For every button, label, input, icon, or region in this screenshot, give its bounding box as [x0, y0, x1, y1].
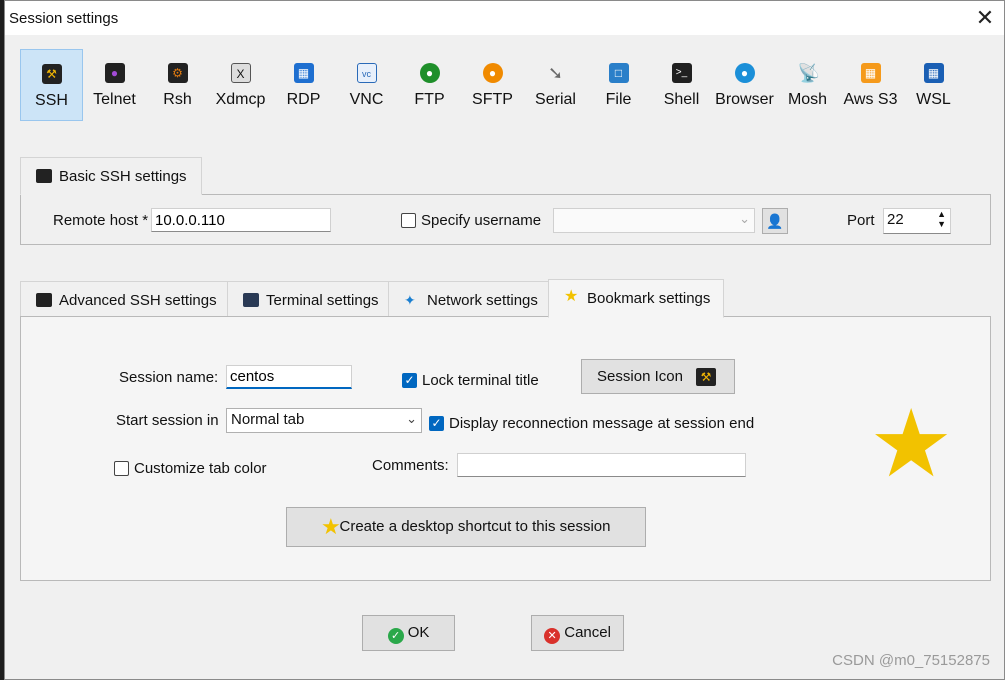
protocol-aws-s3[interactable]: ▦ Aws S3	[839, 49, 902, 121]
file-icon: □	[608, 63, 629, 83]
tab-network-settings[interactable]: ✦ Network settings	[388, 281, 549, 317]
shell-icon: >_	[671, 63, 692, 83]
session-name-input[interactable]	[226, 365, 352, 389]
protocol-sftp[interactable]: ● SFTP	[461, 49, 524, 121]
remote-host-label: Remote host *	[53, 212, 149, 229]
user-icon: 👤	[766, 213, 784, 229]
ftp-icon: ●	[419, 63, 440, 83]
rdp-icon: ▦	[293, 63, 314, 83]
network-icon: ✦	[404, 292, 416, 308]
protocol-rsh[interactable]: ⚙ Rsh	[146, 49, 209, 121]
session-icon-button[interactable]: Session Icon ⚒	[581, 359, 735, 394]
wrench-icon	[36, 293, 52, 307]
tab-terminal-settings[interactable]: Terminal settings	[227, 281, 389, 317]
rsh-icon: ⚙	[167, 63, 188, 83]
start-session-in-label: Start session in	[116, 412, 219, 429]
ok-button[interactable]: ✓ OK	[362, 615, 455, 651]
customize-tab-color-label: Customize tab color	[134, 460, 267, 477]
protocol-rdp[interactable]: ▦ RDP	[272, 49, 335, 121]
tab-advanced-ssh-settings[interactable]: Advanced SSH settings	[20, 281, 228, 317]
bookmark-settings-panel: Session name: ✓ Lock terminal title Sess…	[20, 316, 991, 581]
start-session-in-select[interactable]: Normal tab ⌄	[226, 408, 422, 433]
display-reconnection-label: Display reconnection message at session …	[449, 415, 755, 432]
star-icon: ★	[564, 288, 579, 305]
cancel-button[interactable]: ✕ Cancel	[531, 615, 624, 651]
wrench-icon: ⚒	[696, 368, 716, 386]
protocol-telnet[interactable]: ● Telnet	[83, 49, 146, 121]
stepper-arrows-icon[interactable]: ▲ ▼	[937, 209, 946, 229]
session-settings-dialog: Session settings ✕ ⚒ SSH ● Telnet ⚙ Rsh …	[4, 0, 1005, 680]
wsl-icon: ▦	[923, 63, 944, 83]
protocol-file[interactable]: □ File	[587, 49, 650, 121]
vnc-icon: vc	[356, 63, 377, 83]
protocol-xdmcp[interactable]: X Xdmcp	[209, 49, 272, 121]
protocol-mosh[interactable]: 📡 Mosh	[776, 49, 839, 121]
ok-icon: ✓	[387, 628, 404, 644]
close-icon[interactable]: ✕	[972, 5, 998, 31]
sftp-icon: ●	[482, 63, 503, 83]
star-icon: ★	[321, 514, 341, 539]
specify-username-label: Specify username	[421, 212, 542, 229]
remote-host-input[interactable]	[151, 208, 331, 232]
lock-terminal-title-checkbox[interactable]: ✓	[402, 373, 417, 388]
protocol-ftp[interactable]: ● FTP	[398, 49, 461, 121]
serial-icon: ➘	[547, 63, 564, 83]
wrench-icon	[36, 169, 52, 183]
protocol-shell[interactable]: >_ Shell	[650, 49, 713, 121]
specify-username-checkbox[interactable]	[401, 213, 416, 228]
port-stepper[interactable]: 22 ▲ ▼	[883, 208, 951, 234]
terminal-icon	[243, 293, 259, 307]
display-reconnection-checkbox[interactable]: ✓	[429, 416, 444, 431]
ssh-wrench-icon: ⚒	[41, 64, 62, 84]
title-bar: Session settings ✕	[5, 1, 1004, 35]
cancel-icon: ✕	[544, 628, 561, 644]
comments-input[interactable]	[457, 453, 746, 477]
tab-basic-ssh-settings[interactable]: Basic SSH settings	[20, 157, 202, 195]
xdmcp-icon: X	[230, 63, 251, 83]
tab-bookmark-settings[interactable]: ★ Bookmark settings	[548, 279, 724, 318]
port-label: Port	[847, 212, 875, 229]
protocol-ssh[interactable]: ⚒ SSH	[20, 49, 83, 121]
lock-terminal-title-label: Lock terminal title	[422, 372, 539, 389]
window-title: Session settings	[9, 10, 119, 27]
aws-s3-icon: ▦	[860, 63, 881, 83]
protocol-wsl[interactable]: ▦ WSL	[902, 49, 965, 121]
telnet-icon: ●	[104, 63, 125, 83]
chevron-down-icon: ⌄	[406, 411, 417, 426]
protocol-serial[interactable]: ➘ Serial	[524, 49, 587, 121]
chevron-down-icon: ⌄	[739, 211, 750, 226]
session-name-label: Session name:	[119, 369, 219, 386]
browser-icon: ●	[734, 63, 755, 83]
protocol-vnc[interactable]: vc VNC	[335, 49, 398, 121]
comments-label: Comments:	[372, 457, 449, 474]
star-icon: ★	[869, 391, 954, 496]
username-select[interactable]: ⌄	[553, 208, 755, 233]
mosh-icon: 📡	[797, 63, 820, 83]
user-manager-button[interactable]: 👤	[762, 208, 788, 234]
customize-tab-color-checkbox[interactable]	[114, 461, 129, 476]
protocol-browser[interactable]: ● Browser	[713, 49, 776, 121]
create-desktop-shortcut-button[interactable]: ★ Create a desktop shortcut to this sess…	[286, 507, 646, 547]
watermark: CSDN @m0_75152875	[832, 652, 990, 669]
basic-settings-panel: Remote host * Specify username ⌄ 👤 Port …	[20, 194, 991, 245]
